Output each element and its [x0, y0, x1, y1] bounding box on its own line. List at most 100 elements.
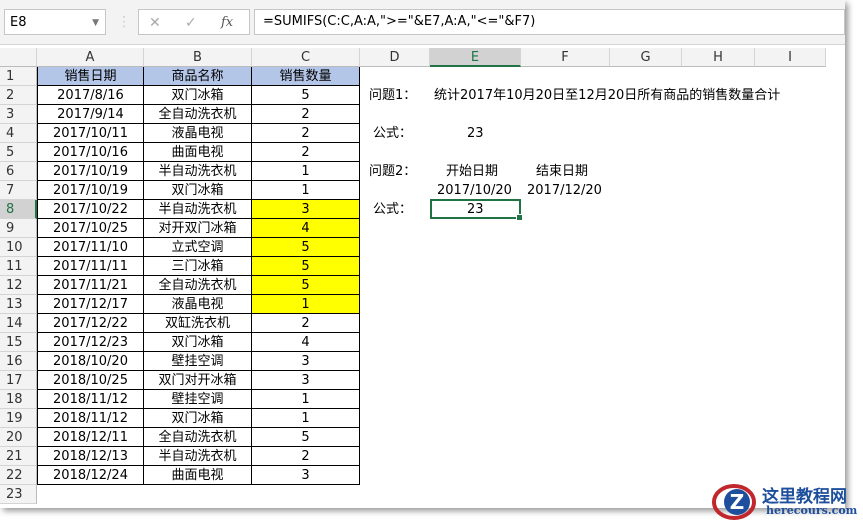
formula-input[interactable]: =SUMIFS(C:C,A:A,">="&E7,A:A,"<="&F7)	[254, 9, 845, 35]
row-header-1[interactable]: 1	[0, 67, 37, 86]
table-cell: 2017/12/23	[37, 333, 144, 352]
row-header-11[interactable]: 11	[0, 257, 37, 276]
table-cell: 2018/10/25	[37, 371, 144, 390]
start-date-value: 2017/10/20	[437, 183, 512, 198]
table-cell: 双门冰箱	[144, 86, 252, 105]
end-date-value: 2017/12/20	[527, 183, 602, 198]
table-cell: 2017/12/17	[37, 295, 144, 314]
row-header-6[interactable]: 6	[0, 162, 37, 181]
table-cell: 双门对开冰箱	[144, 371, 252, 390]
name-box[interactable]: E8 ▼	[4, 9, 106, 35]
table-cell: 5	[252, 428, 360, 447]
watermark-logo: Z 这里教程网 herecours.com	[712, 478, 862, 522]
select-all-corner[interactable]	[0, 48, 37, 67]
table-cell: 2017/12/22	[37, 314, 144, 333]
end-date-label: 结束日期	[536, 164, 589, 179]
table-cell: 2017/10/19	[37, 162, 144, 181]
table-cell: 双门冰箱	[144, 409, 252, 428]
column-header-I[interactable]: I	[755, 48, 826, 67]
row-header-8[interactable]: 8	[0, 200, 37, 219]
logo-z-icon: Z	[712, 484, 756, 520]
table-cell: 3	[252, 200, 360, 219]
column-header-A[interactable]: A	[37, 48, 144, 67]
column-header-B[interactable]: B	[144, 48, 252, 67]
table-cell: 2017/11/11	[37, 257, 144, 276]
row-header-14[interactable]: 14	[0, 314, 37, 333]
table-cell: 半自动洗衣机	[144, 162, 252, 181]
row-header-16[interactable]: 16	[0, 352, 37, 371]
row-header-15[interactable]: 15	[0, 333, 37, 352]
table-cell: 2018/11/12	[37, 409, 144, 428]
table-cell: 2018/10/20	[37, 352, 144, 371]
table-cell: 5	[252, 238, 360, 257]
row-header-4[interactable]: 4	[0, 124, 37, 143]
table-cell: 4	[252, 333, 360, 352]
table-cell: 1	[252, 162, 360, 181]
chevron-down-icon[interactable]: ▼	[92, 10, 99, 36]
row-header-7[interactable]: 7	[0, 181, 37, 200]
column-header-E[interactable]: E	[430, 48, 521, 67]
column-header-G[interactable]: G	[610, 48, 682, 67]
row-header-9[interactable]: 9	[0, 219, 37, 238]
table-cell: 曲面电视	[144, 143, 252, 162]
row-header-23[interactable]: 23	[0, 485, 37, 504]
row-header-22[interactable]: 22	[0, 466, 37, 485]
table-cell: 三门冰箱	[144, 257, 252, 276]
table-cell: 立式空调	[144, 238, 252, 257]
table-cell: 全自动洗衣机	[144, 276, 252, 295]
table-cell: 对开双门冰箱	[144, 219, 252, 238]
table-cell: 2	[252, 124, 360, 143]
row-header-17[interactable]: 17	[0, 371, 37, 390]
q1-formula-label: 公式：	[373, 126, 413, 141]
table-cell: 2018/12/24	[37, 466, 144, 485]
table-cell: 半自动洗衣机	[144, 200, 252, 219]
table-cell: 1	[252, 181, 360, 200]
selected-cell-e8[interactable]	[430, 199, 523, 221]
table-cell: 1	[252, 390, 360, 409]
table-cell: 2017/11/10	[37, 238, 144, 257]
q2-formula-label: 公式：	[373, 202, 413, 217]
row-header-20[interactable]: 20	[0, 428, 37, 447]
row-header-12[interactable]: 12	[0, 276, 37, 295]
row-header-21[interactable]: 21	[0, 447, 37, 466]
table-cell: 3	[252, 371, 360, 390]
formula-bar: E8 ▼ ⋮ ✕ ✓ fx =SUMIFS(C:C,A:A,">="&E7,A:A…	[0, 0, 845, 45]
watermark-url: herecours.com	[766, 504, 858, 517]
table-header: 销售数量	[252, 67, 360, 86]
name-box-value: E8	[10, 15, 27, 30]
table-cell: 2017/10/22	[37, 200, 144, 219]
table-cell: 2018/12/13	[37, 447, 144, 466]
start-date-label: 开始日期	[446, 164, 499, 179]
excel-window: E8 ▼ ⋮ ✕ ✓ fx =SUMIFS(C:C,A:A,">="&E7,A:A…	[0, 0, 845, 508]
q1-result: 23	[467, 126, 484, 141]
table-cell: 2017/10/19	[37, 181, 144, 200]
formula-tools: ✕ ✓ fx	[138, 9, 250, 35]
table-cell: 2	[252, 105, 360, 124]
row-header-18[interactable]: 18	[0, 390, 37, 409]
column-header-C[interactable]: C	[252, 48, 360, 67]
row-header-5[interactable]: 5	[0, 143, 37, 162]
table-cell: 4	[252, 219, 360, 238]
cancel-icon[interactable]: ✕	[149, 10, 161, 36]
table-cell: 2	[252, 447, 360, 466]
row-header-19[interactable]: 19	[0, 409, 37, 428]
column-header-H[interactable]: H	[682, 48, 755, 67]
q1-label: 问题1：	[369, 88, 417, 103]
table-cell: 1	[252, 295, 360, 314]
row-header-10[interactable]: 10	[0, 238, 37, 257]
q2-label: 问题2：	[369, 164, 417, 179]
row-header-2[interactable]: 2	[0, 86, 37, 105]
table-cell: 3	[252, 466, 360, 485]
column-header-F[interactable]: F	[521, 48, 610, 67]
table-cell: 全自动洗衣机	[144, 105, 252, 124]
table-cell: 液晶电视	[144, 295, 252, 314]
column-header-D[interactable]: D	[360, 48, 430, 67]
row-header-13[interactable]: 13	[0, 295, 37, 314]
enter-icon[interactable]: ✓	[185, 10, 197, 36]
table-header: 商品名称	[144, 67, 252, 86]
table-cell: 壁挂空调	[144, 352, 252, 371]
row-header-3[interactable]: 3	[0, 105, 37, 124]
insert-function-icon[interactable]: fx	[221, 10, 233, 36]
table-cell: 壁挂空调	[144, 390, 252, 409]
table-cell: 全自动洗衣机	[144, 428, 252, 447]
